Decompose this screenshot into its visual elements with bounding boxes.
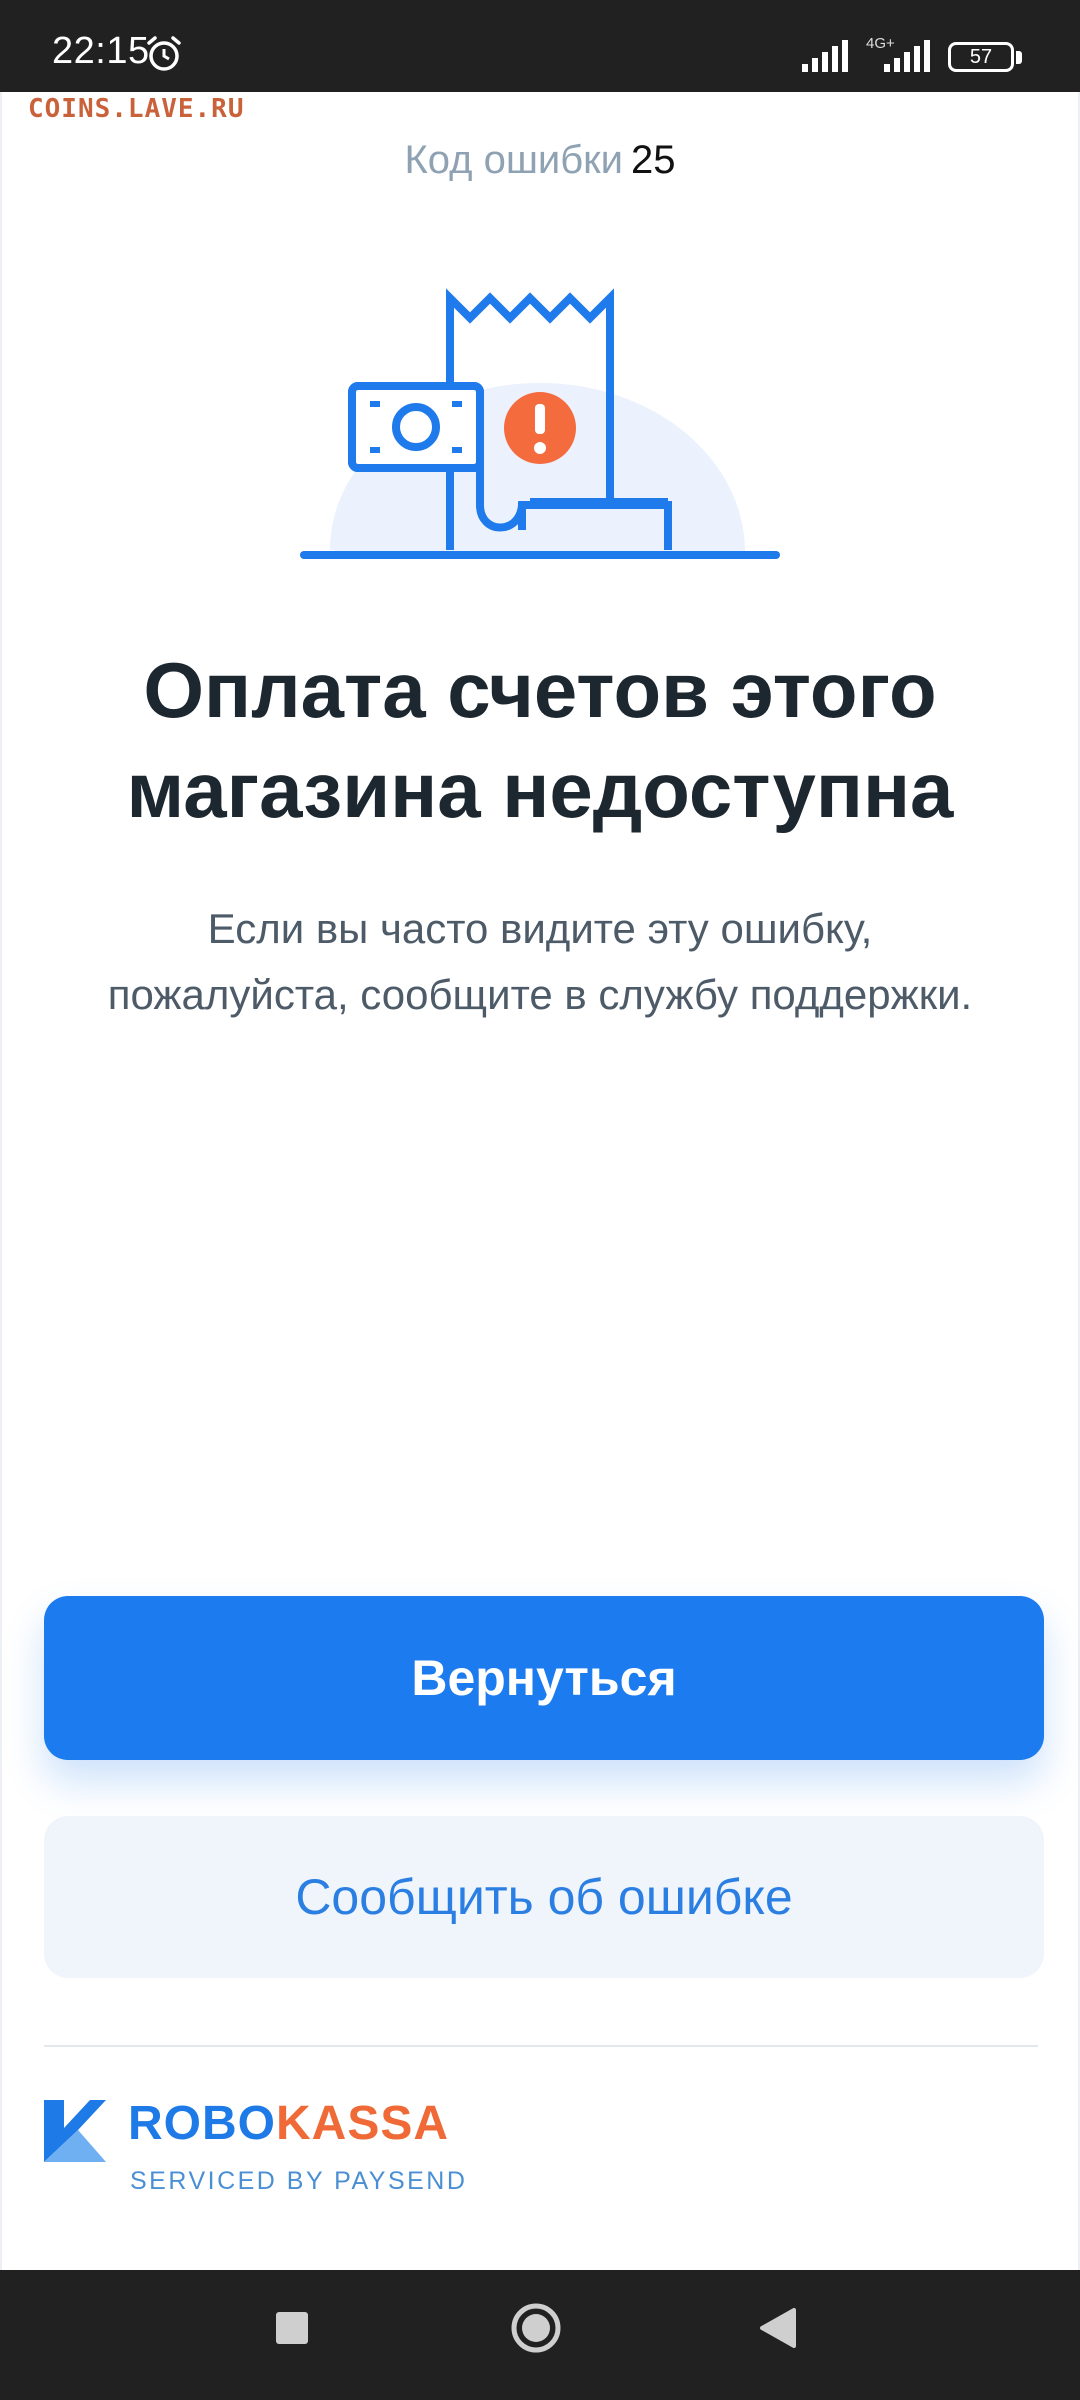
status-bar: 22:15 4G+ 57 [0,0,1080,92]
robokassa-logo-text: ROBOKASSA [128,2096,449,2152]
footer-divider [44,2045,1038,2047]
back-button[interactable]: Вернуться [44,1596,1044,1760]
home-icon[interactable] [510,2302,562,2354]
battery-icon: 57 [948,42,1014,72]
recents-icon[interactable] [276,2312,308,2344]
alarm-icon [147,36,181,71]
description-line: Если вы часто видите эту ошибку, [207,905,873,952]
back-icon[interactable] [758,2306,796,2350]
payment-error-illustration [300,288,780,559]
system-nav-bar [0,2270,1080,2400]
page-description: Если вы часто видите эту ошибку, пожалуй… [30,896,1050,1028]
battery-tip [1016,51,1022,64]
watermark: COINS.LAVE.RU [28,94,245,124]
brand-robo: ROBO [128,2097,276,2150]
signal-icon [802,40,848,72]
report-error-button[interactable]: Сообщить об ошибке [44,1816,1044,1978]
page-title: Оплата счетов этого магазина недоступна [40,640,1040,840]
brand-tagline: SERVICED BY PAYSEND [130,2167,468,2195]
title-line: магазина недоступна [126,746,954,834]
robokassa-logo-icon [44,2100,106,2162]
error-code: Код ошибки 25 [0,138,1080,183]
brand-kassa: KASSA [276,2097,450,2150]
error-code-label: Код ошибки [404,138,624,182]
description-line: пожалуйста, сообщите в службу поддержки. [107,971,973,1018]
signal-icon [884,40,930,72]
title-line: Оплата счетов этого [143,646,937,734]
error-code-value: 25 [631,138,676,182]
battery-level: 57 [969,46,993,68]
status-time: 22:15 [52,30,150,72]
